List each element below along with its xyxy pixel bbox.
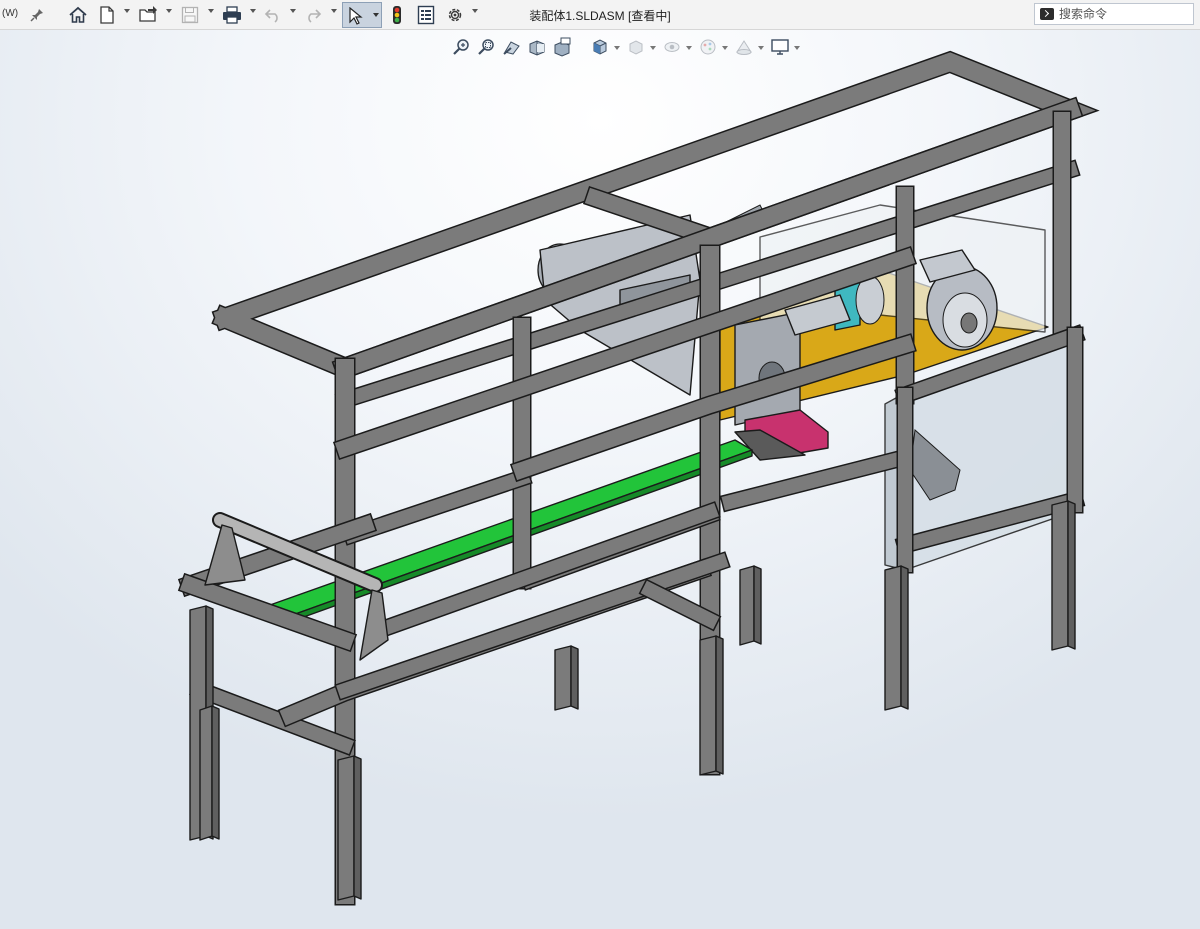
new-dropdown-icon[interactable] [124, 9, 130, 13]
leg-mid-3 [739, 565, 755, 646]
leg-front-center [337, 755, 355, 901]
file-properties-icon[interactable] [414, 3, 438, 27]
options-dropdown-icon[interactable] [472, 9, 478, 13]
print-icon[interactable] [219, 3, 245, 27]
leg-mid-3-side [753, 565, 762, 645]
leg-front-left-2-side [211, 705, 220, 840]
graphics-area[interactable] [0, 30, 1200, 929]
lower-rail-3 [721, 451, 904, 511]
leg-front-left-2 [199, 705, 213, 841]
home-icon[interactable] [66, 3, 90, 27]
title-toolbar-bar: (W) 装配体1.SLDASM [查看中] 搜索命令 [0, 0, 1200, 30]
leg-mid-1-side [570, 645, 579, 710]
command-prompt-icon [1040, 8, 1054, 20]
save-dropdown-icon[interactable] [208, 9, 214, 13]
leg-right-back [1051, 500, 1069, 651]
leg-right-front [884, 565, 902, 711]
search-commands-input[interactable] [1059, 6, 1189, 22]
options-gear-icon[interactable] [444, 3, 466, 27]
select-button[interactable] [342, 2, 382, 28]
undo-dropdown-icon[interactable] [290, 9, 296, 13]
select-arrow-icon [348, 6, 364, 30]
open-dropdown-icon[interactable] [166, 9, 172, 13]
leg-mid-2-side [715, 635, 724, 775]
leg-mid-2 [699, 635, 717, 776]
assembly-model-view[interactable] [0, 30, 1200, 929]
menu-tag[interactable]: (W) [2, 8, 18, 19]
drive-motor-hub [960, 312, 978, 334]
pin-icon[interactable] [28, 3, 46, 27]
open-folder-icon[interactable] [136, 3, 160, 27]
leg-mid-1 [554, 645, 572, 711]
select-dropdown-icon[interactable] [373, 13, 379, 17]
leg-front-center-side [353, 755, 362, 900]
save-icon[interactable] [178, 3, 202, 27]
new-document-icon[interactable] [96, 3, 118, 27]
redo-dropdown-icon[interactable] [331, 9, 337, 13]
search-commands-box[interactable] [1034, 3, 1194, 25]
print-dropdown-icon[interactable] [250, 9, 256, 13]
rebuild-traffic-light-icon[interactable] [389, 3, 405, 27]
roller-bracket-right [359, 589, 389, 661]
leg-right-back-side [1067, 500, 1076, 650]
redo-icon[interactable] [302, 3, 324, 27]
undo-icon[interactable] [262, 3, 284, 27]
leg-right-front-side [900, 565, 909, 710]
